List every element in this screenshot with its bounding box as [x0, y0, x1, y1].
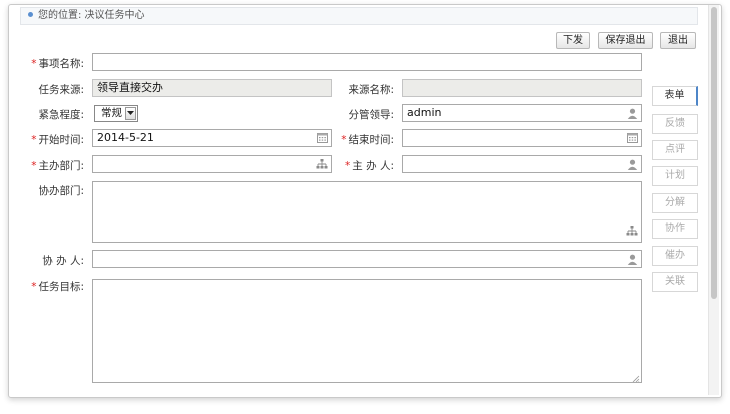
- breadcrumb: 您的位置: 决议任务中心: [20, 7, 698, 25]
- source-name-label: 来源名称:: [348, 84, 394, 96]
- calendar-icon[interactable]: [313, 130, 331, 146]
- start-time-value: 2014-5-21: [97, 131, 154, 144]
- lead-person-label-text: 主 办 人:: [352, 160, 394, 172]
- tab-decompose[interactable]: 分解: [652, 193, 698, 213]
- co-dept-input[interactable]: [92, 181, 642, 243]
- breadcrumb-text: 您的位置: 决议任务中心: [38, 10, 145, 21]
- task-source-input: 领导直接交办: [92, 79, 332, 97]
- urgency-label: 紧急程度:: [38, 109, 84, 121]
- co-person-label: 协 办 人:: [42, 255, 84, 267]
- task-source-label: 任务来源:: [38, 84, 84, 96]
- item-name-label-text: 事项名称:: [38, 58, 84, 70]
- user-picker-icon[interactable]: [623, 105, 641, 121]
- required-mark: *: [31, 160, 37, 172]
- item-name-label: * 事项名称:: [22, 56, 84, 71]
- user-picker-icon[interactable]: [623, 251, 641, 267]
- org-tree-icon[interactable]: [626, 226, 638, 239]
- end-time-label: * 结束时间:: [336, 132, 394, 147]
- end-time-label-text: 结束时间:: [348, 134, 394, 146]
- dropdown-arrow-icon[interactable]: [125, 107, 136, 120]
- required-mark: *: [31, 281, 37, 293]
- vertical-scrollbar[interactable]: [708, 5, 719, 395]
- task-goal-label-text: 任务目标:: [38, 281, 84, 293]
- lead-dept-label-text: 主办部门:: [38, 160, 84, 172]
- lead-dept-input[interactable]: [92, 155, 332, 173]
- task-goal-label: * 任务目标:: [22, 279, 84, 294]
- tab-review[interactable]: 点评: [652, 140, 698, 160]
- calendar-icon[interactable]: [623, 130, 641, 146]
- lead-person-label: * 主 办 人:: [336, 158, 394, 173]
- tab-urge[interactable]: 催办: [652, 246, 698, 266]
- required-mark: *: [31, 58, 37, 70]
- org-tree-icon[interactable]: [313, 156, 331, 172]
- user-picker-icon[interactable]: [623, 156, 641, 172]
- leader-input[interactable]: admin: [402, 104, 642, 122]
- tab-form[interactable]: 表单: [652, 86, 698, 106]
- tab-related[interactable]: 关联: [652, 272, 698, 292]
- co-dept-label: 协办部门:: [38, 185, 84, 197]
- issue-button[interactable]: 下发: [556, 32, 590, 49]
- item-name-input[interactable]: [92, 53, 642, 71]
- start-time-label: * 开始时间:: [22, 132, 84, 147]
- co-person-input[interactable]: [92, 250, 642, 268]
- urgency-select-value: 常规: [101, 107, 122, 119]
- resize-handle-icon[interactable]: [632, 373, 640, 383]
- required-mark: *: [31, 134, 37, 146]
- tab-collaborate[interactable]: 协作: [652, 219, 698, 239]
- start-time-input[interactable]: 2014-5-21: [92, 129, 332, 147]
- start-time-label-text: 开始时间:: [38, 134, 84, 146]
- leader-label: 分管领导:: [348, 109, 394, 121]
- required-mark: *: [341, 134, 347, 146]
- lead-dept-label: * 主办部门:: [22, 158, 84, 173]
- required-mark: *: [345, 160, 351, 172]
- urgency-select[interactable]: 常规: [94, 105, 138, 122]
- save-exit-button[interactable]: 保存退出: [598, 32, 653, 49]
- end-time-input[interactable]: [402, 129, 642, 147]
- exit-button[interactable]: 退出: [660, 32, 696, 49]
- source-name-input: [402, 79, 642, 97]
- bullet-icon: [28, 12, 33, 17]
- scrollbar-thumb[interactable]: [711, 7, 717, 299]
- tab-feedback[interactable]: 反馈: [652, 114, 698, 134]
- task-goal-textarea[interactable]: [92, 279, 642, 383]
- lead-person-input[interactable]: [402, 155, 642, 173]
- tab-plan[interactable]: 计划: [652, 166, 698, 186]
- leader-value: admin: [407, 106, 442, 119]
